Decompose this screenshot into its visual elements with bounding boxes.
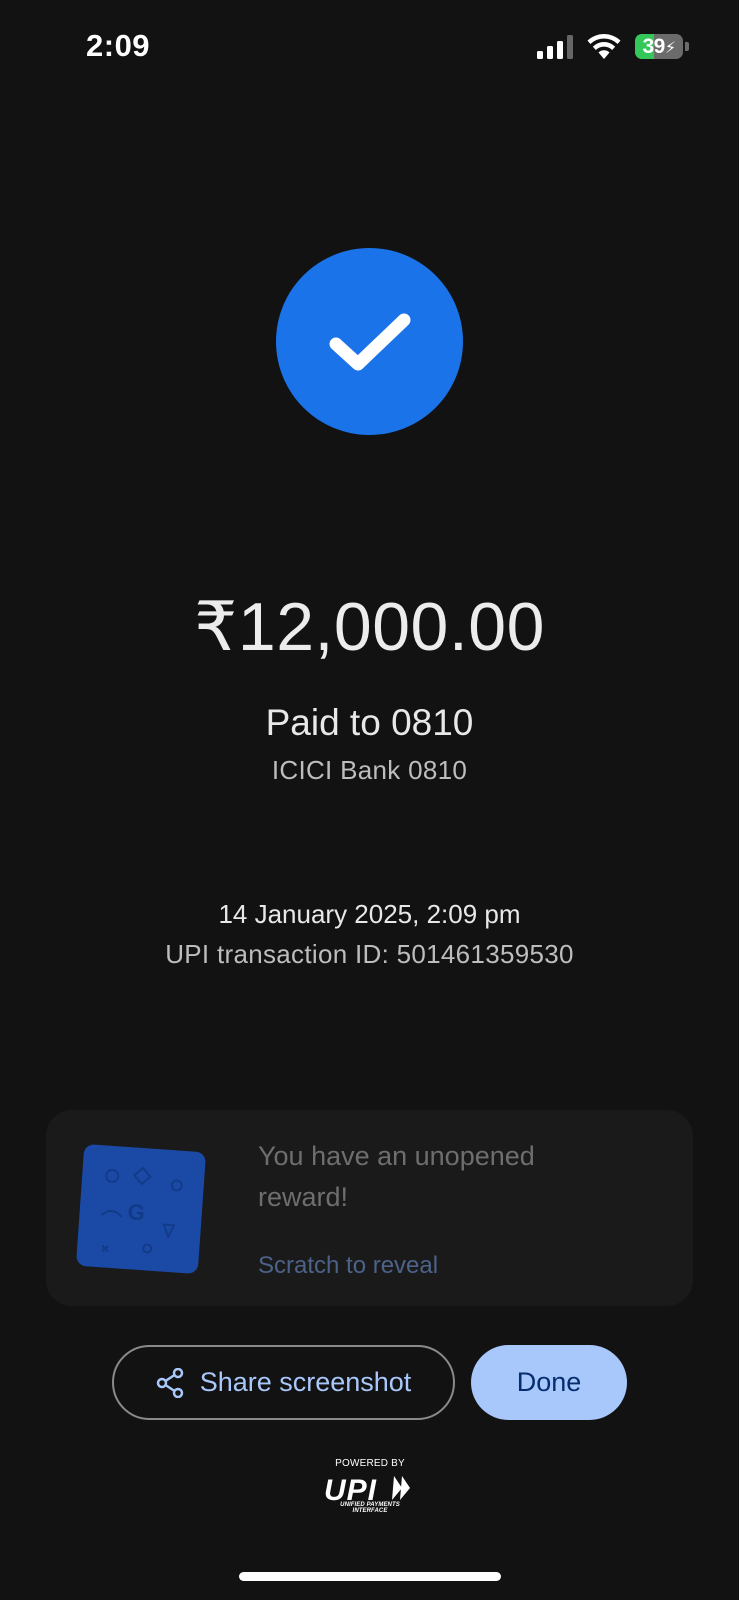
scratch-card-icon: G (75, 1143, 207, 1275)
share-button-label: Share screenshot (199, 1367, 412, 1397)
done-button[interactable]: Done (471, 1345, 627, 1420)
scratch-to-reveal-link[interactable]: Scratch to reveal (258, 1252, 438, 1280)
wifi-icon (587, 34, 621, 59)
share-icon (156, 1367, 183, 1398)
payment-datetime: 14 January 2025, 2:09 pm (218, 899, 521, 929)
home-indicator[interactable] (239, 1572, 501, 1581)
payment-success-screen: 2:09 39⚡ ₹12,000.00 Paid to 0810 ICICI B… (0, 0, 739, 1600)
reward-title: You have an unopened reward! (258, 1141, 535, 1212)
svg-text:G: G (127, 1199, 146, 1225)
success-badge (276, 248, 463, 435)
transaction-id: UPI transaction ID: 501461359530 (165, 939, 574, 969)
status-time: 2:09 (86, 28, 151, 63)
check-icon (329, 313, 410, 370)
upi-logo: POWERED BY UPI UNIFIED PAYMENTS INTERFAC… (322, 1458, 418, 1514)
battery-level: 39⚡ (642, 34, 676, 58)
share-screenshot-button[interactable]: Share screenshot (112, 1345, 455, 1420)
payee-name: Paid to 0810 (265, 702, 474, 743)
status-icons: 39⚡ (537, 34, 689, 59)
payee-bank: ICICI Bank 0810 (271, 755, 468, 785)
cellular-signal-icon (537, 34, 573, 59)
payment-amount: ₹12,000.00 (194, 589, 545, 665)
battery-icon: 39⚡ (635, 34, 683, 59)
reward-card[interactable]: G You have an unopened reward! Scratch t… (46, 1110, 693, 1306)
upi-tagline: UNIFIED PAYMENTS INTERFACE (340, 1502, 400, 1514)
